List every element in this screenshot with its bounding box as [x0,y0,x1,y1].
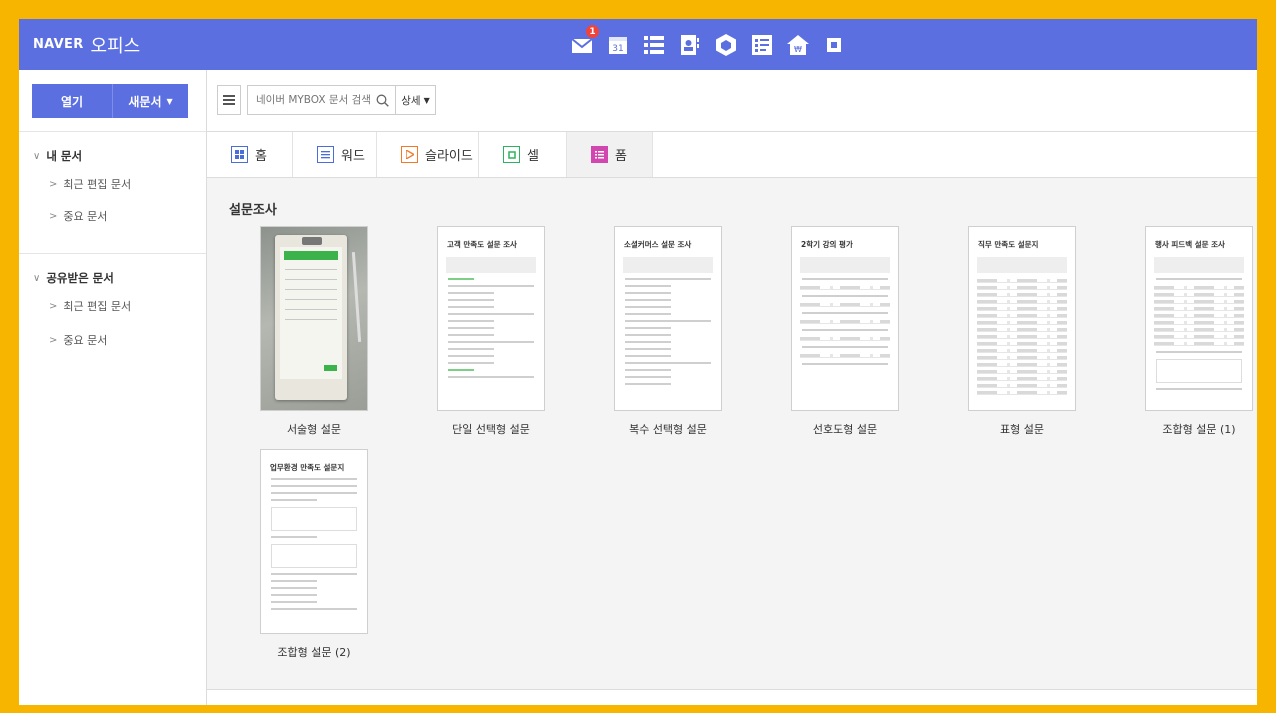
preview-title: 업무환경 만족도 설문지 [270,463,345,472]
calendar-icon[interactable]: 31 [605,32,631,58]
tab-home[interactable]: 홈 [207,132,293,177]
template-label: 서술형 설문 [286,423,342,436]
tab-label: 슬라이드 [425,149,473,164]
tab-label: 워드 [341,149,365,164]
preview-title: 소셜커머스 설문 조사 [624,240,692,249]
chevron-right-icon: > [49,210,58,222]
preview-title: 2학기 강의 평가 [801,240,853,249]
cell-icon [503,146,520,163]
list-icon[interactable] [641,32,667,58]
shared-docs-folder[interactable]: ∨ 공유받은 문서 [33,270,114,286]
section-title: 설문조사 [229,203,277,218]
sidebar-item-label: 최근 편집 문서 [63,300,132,313]
calendar-day: 31 [612,44,623,54]
preview-title: 고객 만족도 설문 조사 [447,240,517,249]
brand-name: NAVER [33,37,84,52]
tab-word[interactable]: 워드 [293,132,377,177]
template-card[interactable]: 소셜커머스 설문 조사 복수 선택형 설문 [614,226,722,437]
preview-title: 직무 만족도 설문지 [978,240,1039,249]
detail-search-button[interactable]: 상세 ▼ [395,85,436,115]
shared-docs-label: 공유받은 문서 [46,271,114,285]
template-label: 조합형 설문 (1) [1162,423,1236,436]
hamburger-icon [223,95,235,105]
mail-icon[interactable]: 1 [569,25,599,58]
template-thumbnail[interactable]: 업무환경 만족도 설문지 [260,449,368,634]
template-card[interactable]: 직무 만족도 설문지 표형 설문 [968,226,1076,437]
product-name: 오피스 [90,35,141,57]
template-card[interactable]: 서술형 설문 [260,226,368,437]
new-document-label: 새문서 [128,94,162,109]
slide-icon [401,146,418,163]
open-button[interactable]: 열기 [32,84,113,118]
app-frame: NAVER 오피스 1 31 ₩ 열기 새문서 ▼ ∨ 내 문서 > 최근 편집… [19,19,1257,705]
template-label: 조합형 설문 (2) [277,646,351,659]
word-icon [317,146,334,163]
toolbar: 상세 ▼ [207,70,1257,132]
tab-label: 셀 [527,149,539,164]
divider [19,131,206,132]
sidebar-item-shared-recent[interactable]: > 최근 편집 문서 [49,298,131,314]
top-header: NAVER 오피스 1 31 ₩ [19,19,1257,70]
chevron-right-icon: > [49,334,58,346]
app-tabs: 홈 워드 슬라이드 셀 폼 [207,132,1257,178]
search-box [247,85,396,115]
tab-form[interactable]: 폼 [567,132,653,177]
template-card[interactable]: 업무환경 만족도 설문지 조합형 설문 (2) [260,449,368,660]
tab-label: 홈 [255,149,267,164]
sidebar-item-my-recent[interactable]: > 최근 편집 문서 [49,176,131,192]
template-thumbnail[interactable]: 직무 만족도 설문지 [968,226,1076,411]
sidebar-buttons: 열기 새문서 ▼ [32,84,188,118]
template-thumbnail[interactable]: 행사 피드백 설문 조사 [1145,226,1253,411]
mail-badge: 1 [586,25,599,38]
sidebar-item-label: 중요 문서 [63,210,108,223]
template-label: 선호도형 설문 [812,423,878,436]
house-icon[interactable]: ₩ [785,32,811,58]
home-icon [231,146,248,163]
naver-office-logo[interactable]: NAVER 오피스 [33,19,140,70]
divider [19,253,206,254]
form-icon [591,146,608,163]
template-thumbnail[interactable]: 소셜커머스 설문 조사 [614,226,722,411]
sidebar-item-my-important[interactable]: > 중요 문서 [49,208,107,224]
tab-slide[interactable]: 슬라이드 [377,132,479,177]
template-label: 복수 선택형 설문 [629,423,707,436]
template-card[interactable]: 고객 만족도 설문 조사 단일 선택형 설문 [437,226,545,437]
chevron-right-icon: > [49,178,58,190]
template-gallery: 설문조사 서술형 설문 고객 만족도 설문 조사 단일 선택형 설문 소셜커머스… [207,178,1257,689]
clipboard-photo [261,227,367,410]
template-thumbnail[interactable]: 고객 만족도 설문 조사 [437,226,545,411]
new-document-button[interactable]: 새문서 ▼ [113,84,188,118]
form-icon[interactable] [749,32,775,58]
contacts-icon[interactable] [677,32,703,58]
template-card[interactable]: 2학기 강의 평가 선호도형 설문 [791,226,899,437]
bottom-bar [207,689,1257,705]
sidebar-item-shared-important[interactable]: > 중요 문서 [49,332,107,348]
template-thumbnail[interactable]: 2학기 강의 평가 [791,226,899,411]
template-thumbnail[interactable] [260,226,368,411]
search-input[interactable] [254,93,376,107]
tab-label: 폼 [615,149,627,164]
template-label: 단일 선택형 설문 [452,423,530,436]
caret-down-icon: ▼ [423,95,430,105]
svg-text:₩: ₩ [794,45,802,54]
template-card[interactable]: 행사 피드백 설문 조사 조합형 설문 (1) [1145,226,1253,437]
my-docs-folder[interactable]: ∨ 내 문서 [33,148,82,164]
sidebar: 열기 새문서 ▼ ∨ 내 문서 > 최근 편집 문서 > 중요 문서 ∨ 공유받… [19,70,207,705]
sidebar-item-label: 최근 편집 문서 [63,178,132,191]
cube-icon[interactable] [713,32,739,58]
chevron-down-icon: ∨ [33,272,41,284]
tab-cell[interactable]: 셀 [479,132,567,177]
my-docs-label: 내 문서 [46,149,83,163]
search-icon[interactable] [376,94,389,107]
sidebar-item-label: 중요 문서 [63,334,108,347]
chevron-right-icon: > [49,300,58,312]
chevron-down-icon: ∨ [33,150,41,162]
square-icon[interactable] [821,32,847,58]
template-label: 표형 설문 [1000,423,1044,436]
detail-label: 상세 [401,94,421,107]
preview-title: 행사 피드백 설문 조사 [1155,240,1225,249]
menu-button[interactable] [217,85,241,115]
app-switcher: 1 31 ₩ [569,25,857,58]
caret-down-icon: ▼ [166,96,173,106]
